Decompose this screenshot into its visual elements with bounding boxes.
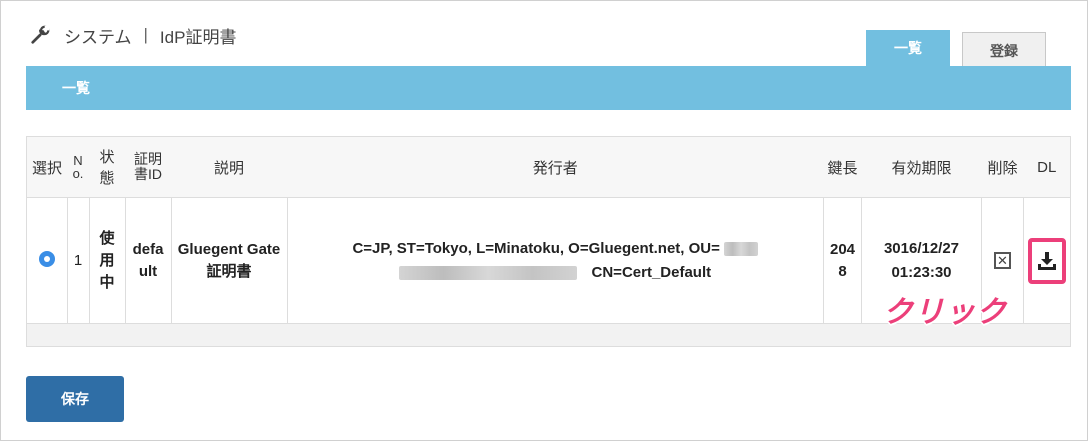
redacted-block bbox=[399, 265, 578, 280]
tab-list[interactable]: 一覧 bbox=[866, 30, 950, 66]
delete-checkbox-icon[interactable]: ✕ bbox=[994, 252, 1011, 269]
key-length-cell: 2048 bbox=[823, 197, 862, 324]
col-status: 状態 bbox=[89, 137, 125, 198]
col-cert-id: 証明書ID bbox=[125, 137, 171, 198]
col-delete: 削除 bbox=[981, 137, 1024, 198]
breadcrumb-section: システム bbox=[64, 27, 132, 47]
download-icon bbox=[1038, 251, 1056, 270]
save-button[interactable]: 保存 bbox=[26, 376, 124, 422]
redacted-block bbox=[724, 241, 759, 256]
page-title: IdP証明書 bbox=[159, 27, 237, 47]
cert-id-cell: default bbox=[124, 197, 171, 324]
tab-bar: 一覧 登録 bbox=[866, 30, 1046, 68]
wrench-icon bbox=[31, 25, 50, 44]
col-select: 選択 bbox=[27, 137, 67, 198]
tab-register[interactable]: 登録 bbox=[962, 32, 1046, 68]
issuer-line-2: CN=Cert_Default bbox=[292, 261, 820, 285]
breadcrumb-separator: | bbox=[143, 25, 148, 44]
col-no: N o. bbox=[67, 137, 89, 198]
table-header-row: 選択 N o. 状態 証明書ID 説明 発行者 鍵長 有効期限 削除 DL bbox=[27, 137, 1070, 198]
dl-cell bbox=[1023, 197, 1070, 324]
issuer-text-1: C=JP, ST=Tokyo, L=Minatoku, O=Gluegent.n… bbox=[352, 239, 720, 257]
no-cell: 1 bbox=[66, 197, 89, 324]
select-cell bbox=[27, 198, 67, 324]
col-description: 説明 bbox=[171, 137, 287, 198]
issuer-cell: C=JP, ST=Tokyo, L=Minatoku, O=Gluegent.n… bbox=[286, 197, 824, 324]
expiry-date: 3016/12/27 bbox=[883, 239, 960, 257]
expiry-time: 01:23:30 bbox=[891, 263, 952, 281]
section-title: 一覧 bbox=[62, 80, 90, 96]
issuer-text-2: CN=Cert_Default bbox=[591, 263, 712, 281]
page-header: システム | IdP証明書 bbox=[30, 22, 236, 48]
col-dl: DL bbox=[1023, 137, 1070, 198]
download-button[interactable] bbox=[1028, 237, 1066, 284]
status-cell: 使用中 bbox=[88, 197, 125, 324]
issuer-line-1: C=JP, ST=Tokyo, L=Minatoku, O=Gluegent.n… bbox=[292, 237, 820, 261]
section-title-bar: 一覧 bbox=[26, 66, 1071, 110]
col-expiry: 有効期限 bbox=[861, 137, 982, 198]
col-key-length: 鍵長 bbox=[823, 137, 862, 198]
click-annotation: クリック bbox=[883, 296, 1007, 329]
col-issuer: 発行者 bbox=[287, 137, 824, 198]
description-cell: Gluegent Gate 証明書 bbox=[170, 197, 287, 324]
row-select-radio[interactable] bbox=[38, 250, 55, 267]
